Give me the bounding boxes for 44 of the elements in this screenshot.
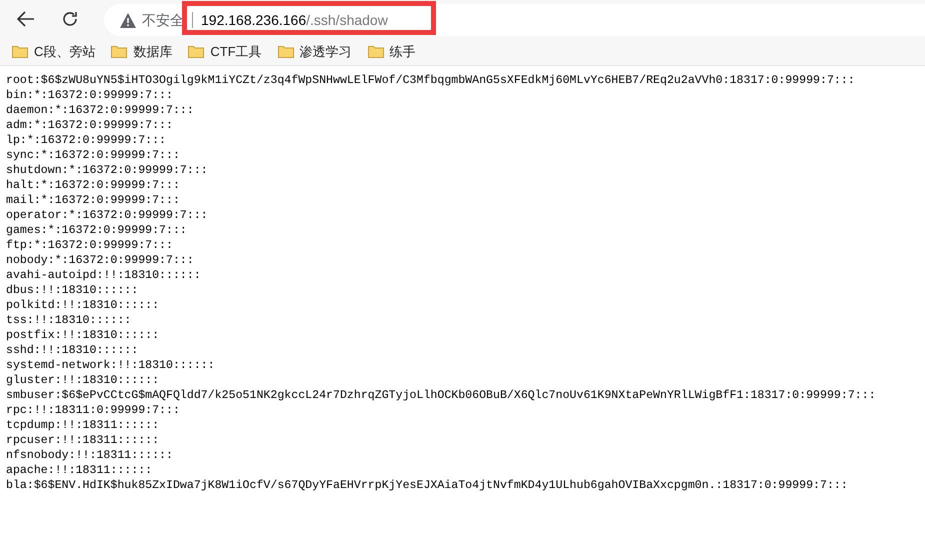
folder-icon — [188, 45, 204, 58]
url-text: 192.168.236.166/.ssh/shadow — [201, 10, 388, 30]
text-line: mail:*:16372:0:99999:7::: — [6, 193, 180, 208]
text-line: games:*:16372:0:99999:7::: — [6, 223, 187, 238]
folder-icon — [111, 45, 128, 58]
text-line: lp:*:16372:0:99999:7::: — [6, 133, 166, 148]
warning-icon — [120, 12, 136, 28]
security-label: 不安全 — [142, 10, 184, 30]
bookmark-item[interactable]: C段、旁站 — [10, 42, 98, 62]
text-line: smbuser:$6$ePvCCtcG$mAQFQldd7/k25o51NK2gkccL24r7DzhrqZGTyjoLlhOCKb06OBuB/X6Qlc7noUv61K9NXtaPeWnYRlLWigBfF1:18317:0:99999:7::: — [6, 388, 876, 403]
text-line: avahi-autoipd:!!:18310:::::: — [6, 268, 201, 283]
text-line: bin:*:16372:0:99999:7::: — [6, 88, 173, 103]
back-arrow-icon — [17, 11, 35, 27]
text-line: postfix:!!:18310:::::: — [6, 328, 160, 343]
text-line: daemon:*:16372:0:99999:7::: — [6, 103, 194, 118]
bookmark-item[interactable]: 练手 — [366, 42, 418, 62]
bookmark-item[interactable]: 数据库 — [109, 42, 174, 62]
folder-icon — [278, 45, 294, 58]
text-line: sync:*:16372:0:99999:7::: — [6, 148, 180, 163]
text-line: polkitd:!!:18310:::::: — [6, 298, 160, 313]
text-line: tcpdump:!!:18311:::::: — [6, 418, 160, 433]
text-line: sshd:!!:18310:::::: — [6, 343, 138, 358]
text-line: bla:$6$ENV.HdIK$huk85ZxIDwa7jK8W1iOcfV/s67QDyYFaEHVrrpKjYesEJXAiaTo4jtNvfmKD4y1ULhub6gahOVIBaXxcpgm0n.:18317:0:99999:7::: — [6, 478, 848, 493]
text-line: apache:!!:18311:::::: — [6, 463, 152, 478]
text-line: shutdown:*:16372:0:99999:7::: — [6, 163, 208, 178]
text-line: gluster:!!:18310:::::: — [6, 373, 160, 388]
text-line: tss:!!:18310:::::: — [6, 313, 132, 328]
text-line: ftp:*:16372:0:99999:7::: — [6, 238, 173, 253]
text-line: nfsnobody:!!:18311:::::: — [6, 448, 173, 463]
text-line: root:$6$zWU8uYN5$iHTO3Ogilg9kM1iYCZt/z3q4fWpSNHwwLElFWof/C3MfbqgmbWAnG5sXFEdkMj60MLvYc6HEB7/REq2u2aVVh0:18317:0:99999:7::: — [6, 73, 855, 88]
text-line: halt:*:16372:0:99999:7::: — [6, 178, 180, 193]
text-line: systemd-network:!!:18310:::::: — [6, 358, 215, 373]
text-line: nobody:*:16372:0:99999:7::: — [6, 253, 194, 268]
text-line: rpcuser:!!:18311:::::: — [6, 433, 160, 448]
text-line: adm:*:16372:0:99999:7::: — [6, 118, 173, 133]
text-line: dbus:!!:18310:::::: — [6, 283, 138, 298]
reload-icon — [61, 10, 79, 28]
folder-icon — [368, 45, 384, 58]
folder-icon — [12, 45, 28, 58]
address-bar[interactable]: 不安全 192.168.236.166/.ssh/shadow — [104, 4, 925, 36]
bookmark-item[interactable]: CTF工具 — [186, 42, 264, 62]
text-line: rpc:!!:18311:0:99999:7::: — [6, 403, 180, 418]
bookmark-item[interactable]: 渗透学习 — [276, 42, 354, 62]
text-line: operator:*:16372:0:99999:7::: — [6, 208, 208, 223]
